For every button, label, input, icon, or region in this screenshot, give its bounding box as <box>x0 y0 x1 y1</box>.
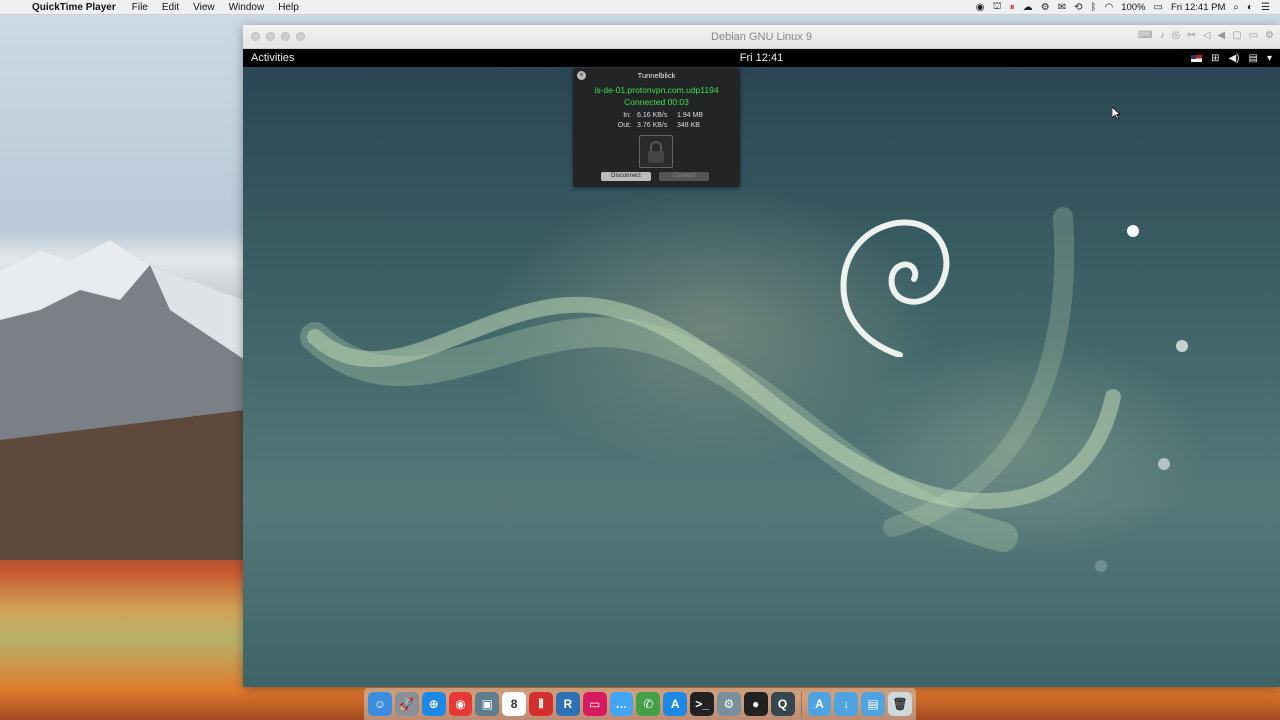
dock-safari-icon[interactable]: ⊕ <box>421 692 446 716</box>
creative-cloud-icon[interactable]: ☁ <box>1023 2 1033 13</box>
sound-icon[interactable]: ◁ <box>1203 30 1211 41</box>
vpn-server-name: is-de-01.protonvpn.com.udp1194 <box>594 85 719 95</box>
settings-gear-icon[interactable]: ⚙ <box>1265 30 1274 41</box>
close-window-button[interactable] <box>251 32 260 41</box>
dock-quicktime-icon[interactable]: Q <box>770 692 795 716</box>
dock-terminal-icon[interactable]: >_ <box>690 692 714 716</box>
dock-trash-icon[interactable]: 🗑 <box>888 692 912 716</box>
in-rate: 6.16 KB/s <box>637 112 668 119</box>
battery-indicator-icon[interactable]: ▤ <box>1249 53 1258 64</box>
activities-button[interactable]: Activities <box>243 52 294 64</box>
gnome-clock[interactable]: Fri 12:41 <box>243 52 1280 64</box>
out-label: Out: <box>617 122 631 129</box>
dock-downloads-folder-icon[interactable]: ↓ <box>834 692 859 716</box>
battery-percent[interactable]: 100% <box>1121 2 1145 13</box>
dock-finder-icon[interactable]: ☺ <box>368 692 392 716</box>
macos-dock: ☺ 🚀 ⊕ ◉ ▣ 8 ⫴ R ▭… ✆ A >_ ⚙ ● Q A ↓ ▤ 🗑 <box>364 688 916 720</box>
wifi-icon[interactable]: ◠ <box>1104 2 1113 13</box>
dock-separator <box>800 692 802 716</box>
macos-menu-bar: QuickTime Player File Edit View Window H… <box>0 0 1280 15</box>
dock-system-preferences-icon[interactable]: ⚙ <box>716 692 741 716</box>
fullscreen-icon[interactable]: ▭ <box>1249 30 1258 41</box>
zoom-window-button[interactable] <box>281 32 290 41</box>
network-icon[interactable]: ⊞ <box>1211 53 1219 64</box>
mouse-pointer-icon <box>1112 107 1120 120</box>
traffic-stats: In: 6.16 KB/s 1.94 MB Out: 3.76 KB/s 348… <box>615 111 703 131</box>
volume-icon[interactable]: ◀) <box>1228 53 1239 64</box>
dock-documents-folder-icon[interactable]: ▤ <box>861 692 886 716</box>
dock-app-store-icon[interactable]: A <box>663 692 688 716</box>
notification-center-icon[interactable]: ☰ <box>1261 2 1270 13</box>
tunnelblick-title: Tunnelblick <box>637 71 676 80</box>
vm-window: Debian GNU Linux 9 ⌨ ♪ ◎ ⚯ ◁ ◀ ▢ ▭ ⚙ Act… <box>243 25 1280 687</box>
window-mode-icon[interactable]: ▢ <box>1232 30 1241 41</box>
menu-file[interactable]: File <box>132 2 148 13</box>
time-machine-icon[interactable]: ⟲ <box>1074 2 1082 13</box>
record-icon[interactable]: ◉ <box>976 2 985 13</box>
microphone-icon[interactable]: ♪ <box>1160 30 1165 41</box>
menu-bar-clock[interactable]: Fri 12:41 PM <box>1171 2 1225 13</box>
dock-screen-recorder-icon[interactable]: ● <box>743 692 768 716</box>
debian-wallpaper <box>243 67 1280 687</box>
battery-icon[interactable]: ▭ <box>1154 2 1163 13</box>
out-rate: 3.76 KB/s <box>637 122 668 129</box>
parallels-icon[interactable]: ⏸ <box>1010 2 1015 13</box>
wallpaper-swirls <box>300 207 1188 572</box>
dock-r-app-icon[interactable]: R <box>555 692 580 716</box>
status-menu-area: ◉ ⛫ ⏸ ☁ ⚙ ✉ ⟲ ᛒ ◠ 100% ▭ Fri 12:41 PM ⌕ … <box>976 1 1280 14</box>
gear-icon[interactable]: ⚙ <box>1041 2 1050 13</box>
menu-window[interactable]: Window <box>229 2 265 13</box>
dock-launchpad-icon[interactable]: 🚀 <box>394 692 419 716</box>
cd-icon[interactable]: ◎ <box>1172 30 1181 41</box>
menu-edit[interactable]: Edit <box>162 2 179 13</box>
dock-messages-icon[interactable]: … <box>609 692 634 716</box>
dock-calendar-icon[interactable]: 8 <box>502 692 527 716</box>
minimize-window-button[interactable] <box>266 32 275 41</box>
menu-help[interactable]: Help <box>278 2 299 13</box>
dock-preview-icon[interactable]: ▣ <box>475 692 500 716</box>
out-total: 348 KB <box>677 122 700 129</box>
in-label: In: <box>623 112 631 119</box>
siri-icon[interactable]: ◐ <box>1247 2 1253 13</box>
tunnelblick-icon[interactable]: ⛫ <box>993 1 1002 14</box>
us-flag-icon[interactable] <box>1191 54 1203 62</box>
bluetooth-icon[interactable]: ᛒ <box>1090 2 1096 13</box>
vpn-connection-status: Connected 00:03 <box>624 97 689 107</box>
spotlight-search-icon[interactable]: ⌕ <box>1233 2 1239 13</box>
extra-window-button[interactable] <box>296 32 305 41</box>
connect-button[interactable]: Connect <box>659 172 709 181</box>
vm-window-title: Debian GNU Linux 9 <box>711 30 812 43</box>
app-menu-quicktime[interactable]: QuickTime Player <box>32 2 116 13</box>
chevron-down-icon[interactable]: ▾ <box>1267 53 1272 64</box>
usb-icon[interactable]: ⚯ <box>1187 30 1195 41</box>
messages-icon[interactable]: ✉ <box>1058 2 1066 13</box>
in-total: 1.94 MB <box>677 112 704 119</box>
mountain-wallpaper <box>0 240 245 560</box>
keyboard-icon[interactable]: ⌨ <box>1138 30 1152 41</box>
gnome-top-bar: Activities Fri 12:41 ⊞ ◀) ▤ ▾ <box>243 49 1280 67</box>
menu-view[interactable]: View <box>193 2 215 13</box>
dock-photo-booth-icon[interactable]: ▭ <box>582 692 607 716</box>
tunnelblick-status-window: × Tunnelblick is-de-01.protonvpn.com.udp… <box>573 68 740 187</box>
debian-swirl-logo <box>840 219 950 357</box>
vpn-lock-icon <box>639 135 673 168</box>
dock-parallels-icon[interactable]: ⫴ <box>529 692 553 716</box>
dock-applications-folder-icon[interactable]: A <box>807 692 832 716</box>
back-icon[interactable]: ◀ <box>1217 30 1225 41</box>
dock-facetime-icon[interactable]: ✆ <box>636 692 661 716</box>
disconnect-button[interactable]: Disconnect <box>601 172 651 181</box>
vm-title-bar[interactable]: Debian GNU Linux 9 ⌨ ♪ ◎ ⚯ ◁ ◀ ▢ ▭ ⚙ <box>243 25 1280 49</box>
dock-chrome-icon[interactable]: ◉ <box>448 692 473 716</box>
